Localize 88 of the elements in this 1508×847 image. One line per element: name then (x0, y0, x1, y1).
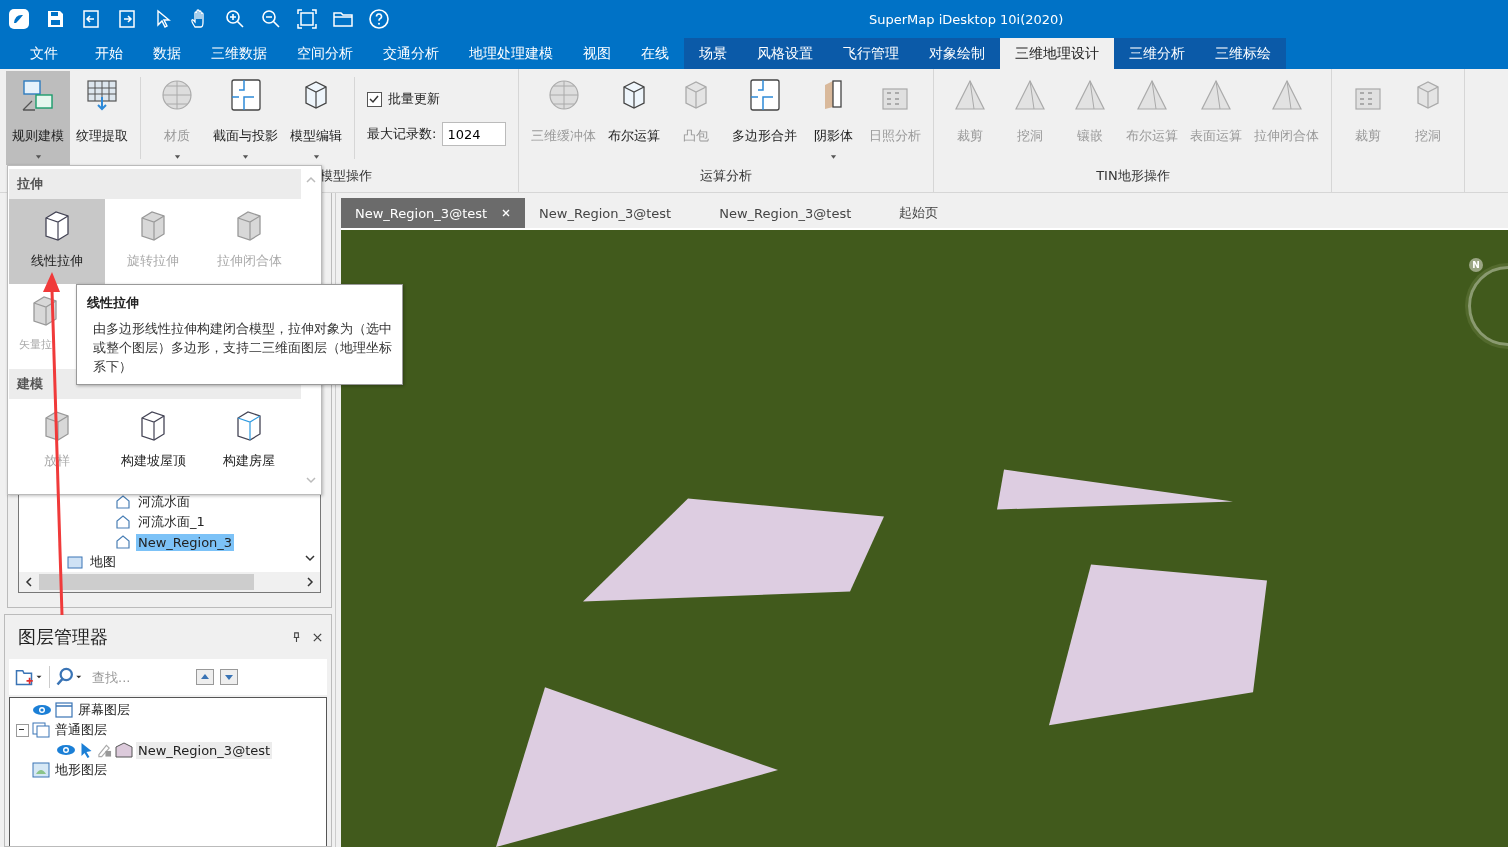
cubes-icon (20, 77, 56, 113)
ribbon-button[interactable]: 截面与投影 (207, 71, 284, 165)
menu-tab[interactable]: 文件 (8, 38, 80, 69)
ribbon-button[interactable]: 规则建模 (6, 71, 70, 165)
map-icon (67, 554, 83, 570)
window-icon (55, 702, 73, 718)
add-layer-icon[interactable] (15, 667, 43, 687)
section-header: 拉伸 (9, 169, 301, 199)
tree-item[interactable]: 地图 (88, 552, 118, 572)
pin-icon[interactable] (291, 631, 302, 643)
grid-icon (84, 77, 120, 113)
layer-name[interactable]: 普通图层 (53, 720, 109, 740)
document-tab[interactable]: New_Region_3@test (525, 198, 686, 228)
caret-icon (242, 155, 249, 159)
search-icon[interactable] (56, 667, 84, 687)
field-label: 最大记录数: (367, 125, 437, 143)
region-icon (115, 534, 131, 550)
menu-tab[interactable]: 对象绘制 (914, 38, 1000, 69)
tree-item[interactable]: 河流水面 (136, 492, 192, 512)
group-label: 运算分析 (700, 167, 753, 185)
gallery-item[interactable]: 构建房屋 (201, 399, 297, 484)
menu-tab[interactable]: 三维标绘 (1200, 38, 1286, 69)
app-logo-icon (7, 7, 31, 31)
menu-tab[interactable]: 在线 (626, 38, 684, 69)
menu-tab[interactable]: 视图 (568, 38, 626, 69)
menu-tab[interactable]: 空间分析 (282, 38, 368, 69)
triangle-up-icon (200, 672, 210, 682)
ribbon-button[interactable]: 阴影体 (803, 71, 864, 165)
ribbon-button[interactable]: 纹理提取 (70, 71, 134, 165)
menu-tab[interactable]: 风格设置 (742, 38, 828, 69)
chevron-right-icon[interactable] (304, 576, 316, 588)
document-tab[interactable]: New_Region_3@test (705, 198, 866, 228)
eye-icon[interactable] (56, 744, 76, 756)
caret-icon (829, 155, 837, 159)
layer-name[interactable]: 屏幕图层 (76, 700, 132, 720)
move-up-button[interactable] (196, 669, 214, 685)
full-extent-icon[interactable] (295, 7, 319, 31)
caret-icon (312, 155, 320, 159)
north-label: N (1469, 258, 1483, 272)
caret-icon (34, 155, 42, 159)
ribbon-button[interactable]: 模型编辑 (284, 71, 348, 165)
tree-item[interactable]: 河流水面_1 (136, 512, 207, 532)
tree-item[interactable]: New_Region_3 (136, 533, 235, 551)
input-field[interactable]: 1024 (442, 122, 507, 146)
checkbox-label: 批量更新 (388, 90, 440, 108)
chevron-left-icon[interactable] (23, 576, 35, 588)
cursor-icon[interactable] (79, 742, 94, 758)
sphere-icon (159, 77, 195, 113)
eye-icon[interactable] (32, 704, 52, 716)
triangle-down-icon (224, 672, 234, 682)
help-icon[interactable] (367, 7, 391, 31)
close-icon[interactable] (501, 208, 512, 218)
menu-tab[interactable]: 开始 (80, 38, 138, 69)
menu-tab[interactable]: 三维分析 (1114, 38, 1200, 69)
region-icon (115, 514, 131, 530)
menu-tab[interactable]: 三维地理设计 (1000, 38, 1114, 69)
document-tab[interactable]: 起始页 (885, 198, 953, 228)
menu-tab[interactable]: 场景 (684, 38, 742, 69)
region-icon (115, 742, 133, 758)
region-icon (115, 494, 131, 510)
menu-tab[interactable]: 数据 (138, 38, 196, 69)
chevron-down-icon[interactable] (304, 552, 316, 564)
caret-icon (173, 155, 181, 159)
layers-icon (32, 722, 50, 738)
menu-tab[interactable]: 地理处理建模 (454, 38, 568, 69)
menu-tab[interactable]: 飞行管理 (828, 38, 914, 69)
layer-name[interactable]: 地形图层 (53, 760, 109, 780)
close-icon[interactable] (312, 631, 323, 643)
window-title: SuperMap iDesktop 10i(2020) (869, 11, 1064, 27)
gallery-item[interactable]: 线性拉伸 (9, 199, 105, 284)
group-label: 模型操作 (320, 167, 372, 185)
ribbon-button[interactable]: 布尔运算 (602, 71, 667, 165)
panel-title: 图层管理器 (18, 625, 109, 649)
document-tab[interactable]: New_Region_3@test (341, 198, 526, 228)
group-label: TIN地形操作 (1096, 167, 1170, 185)
checkbox[interactable] (367, 91, 382, 107)
move-down-button[interactable] (220, 669, 238, 685)
edit-lock-icon[interactable] (97, 742, 112, 758)
gallery-item[interactable]: 构建坡屋顶 (105, 399, 201, 484)
search-field[interactable]: 查找... (90, 668, 190, 686)
menu-tab[interactable]: 三维数据 (196, 38, 282, 69)
tooltip-title: 线性拉伸 (87, 294, 140, 312)
menu-tab[interactable]: 交通分析 (368, 38, 454, 69)
layer-name[interactable]: New_Region_3@test (136, 741, 273, 759)
scrollbar-thumb[interactable] (39, 574, 254, 590)
collapse-toggle[interactable] (16, 723, 29, 737)
ribbon-button[interactable]: 多边形合并 (726, 71, 804, 165)
terrain-icon (32, 762, 50, 778)
